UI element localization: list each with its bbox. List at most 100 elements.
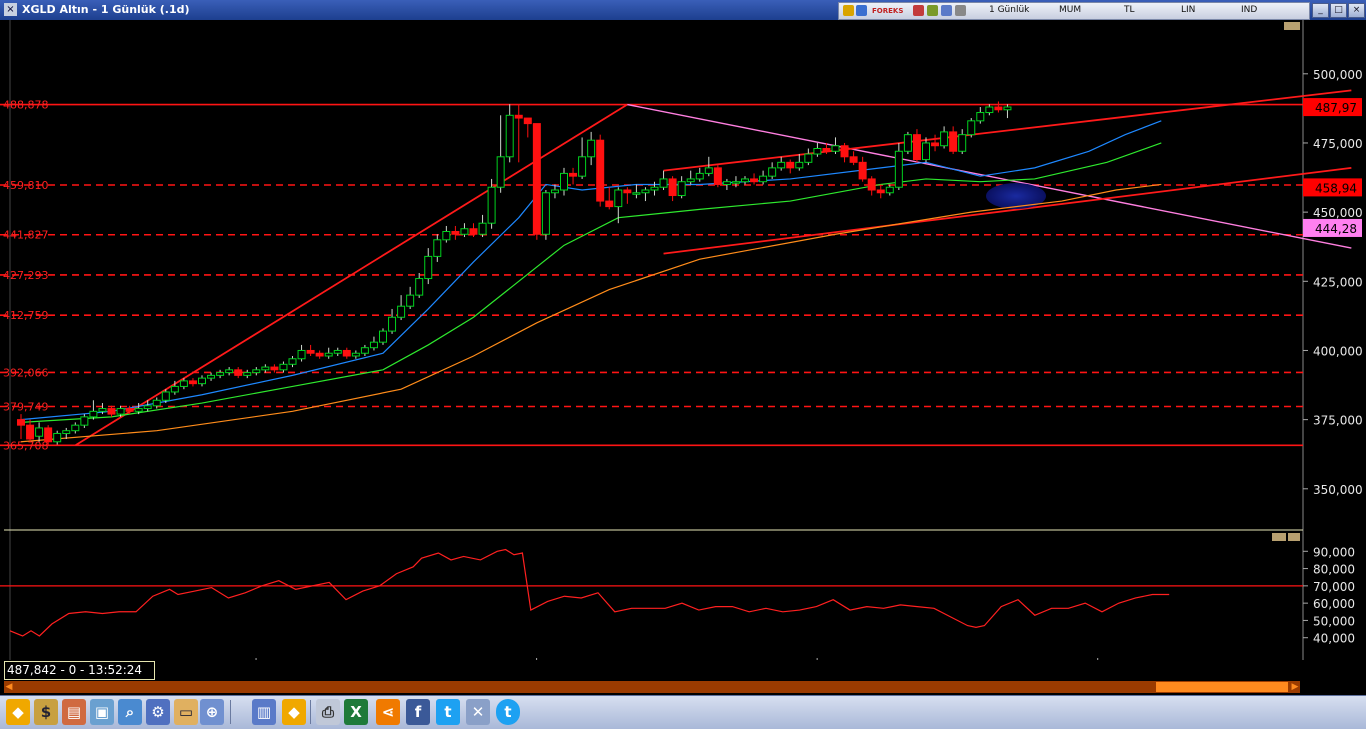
drawing-icon[interactable] [941, 5, 952, 16]
menu-scale[interactable]: LIN [1181, 5, 1195, 15]
candle-down [713, 167, 722, 185]
candle-up [424, 255, 433, 280]
candle-up [650, 186, 659, 191]
print-icon[interactable]: ⎙ [316, 699, 340, 725]
share-icon[interactable]: ⋖ [376, 699, 400, 725]
candle-down [840, 145, 849, 158]
candle-down [44, 427, 53, 443]
candle-down [451, 231, 460, 235]
zoom-icon[interactable]: ⊕ [200, 699, 224, 725]
symbol-icon[interactable] [856, 5, 867, 16]
menu-currency[interactable]: TL [1124, 5, 1135, 15]
tweet-icon[interactable]: t [496, 699, 520, 725]
minimize-button[interactable]: _ [1312, 3, 1329, 18]
y-tick-label: 350,000 [1313, 483, 1363, 497]
alert-icon[interactable]: ◆ [282, 699, 306, 725]
navigate-icon[interactable]: ◆ [6, 699, 30, 725]
candle-up [922, 142, 930, 161]
facebook-icon[interactable]: f [406, 699, 430, 725]
menu-indicator[interactable]: IND [1241, 5, 1257, 15]
candle-down [596, 139, 605, 202]
window-close-button[interactable]: × [1348, 3, 1365, 18]
candle-down [786, 161, 795, 169]
bottom-toolbar: ◆ $ ▤ ▣ ⌕ ⚙ ▭ ⊕ ▥ ◆ ⎙ X ⋖ f t ✕ t [0, 695, 1366, 729]
menu-period[interactable]: 1 Günlük [989, 5, 1029, 15]
candle-down [569, 172, 578, 177]
level-label: 379,749 [3, 400, 49, 413]
level-label: 427,293 [3, 269, 49, 282]
candle-up [985, 106, 994, 114]
scroll-right-icon[interactable]: ▶ [1290, 681, 1300, 693]
candle-up [80, 416, 89, 426]
price-tag-label: 487,97 [1315, 101, 1357, 115]
candle-up [958, 134, 967, 152]
price-chart[interactable]: 488,878 459,810 441,827 427,293 412,759 392,0… [0, 20, 1366, 660]
candle-down [17, 419, 25, 426]
database-icon[interactable]: ▥ [252, 699, 276, 725]
osc-resize-handle[interactable] [1272, 533, 1286, 541]
candle-up [804, 153, 813, 163]
candle-down [306, 349, 315, 354]
candle-up [741, 178, 749, 183]
candle-down [605, 200, 614, 208]
excel-icon[interactable]: X [344, 699, 368, 725]
level-label: 412,759 [3, 309, 49, 322]
y-tick-label: 500,000 [1313, 68, 1363, 82]
horizontal-scrollbar[interactable]: ◀ ▶ [4, 681, 1300, 693]
folder-icon[interactable]: ▭ [174, 699, 198, 725]
period-icon[interactable] [843, 5, 854, 16]
panel-resize-handle[interactable] [1284, 22, 1300, 30]
menu-candle[interactable]: MUM [1059, 5, 1081, 15]
candle-up [53, 432, 62, 443]
portfolio-icon[interactable]: ▤ [62, 699, 86, 725]
candle-up [71, 424, 80, 432]
price-tag-label: 444,28 [1315, 222, 1357, 236]
candle-down [234, 369, 243, 376]
candle-up [885, 186, 894, 194]
candle-down [949, 131, 958, 152]
symbols-icon[interactable]: $ [34, 699, 58, 725]
osc-y-tick-label: 80,000 [1313, 563, 1355, 577]
candle-down [523, 117, 532, 125]
close-icon[interactable]: × [4, 3, 17, 16]
candle-up [641, 189, 650, 194]
candle-up [252, 369, 261, 374]
news-icon[interactable]: ▣ [90, 699, 114, 725]
candle-up [894, 150, 903, 188]
twitter-icon[interactable]: t [436, 699, 460, 725]
osc-close-icon[interactable] [1288, 533, 1300, 541]
osc-y-tick-label: 70,000 [1313, 580, 1355, 594]
candle-down [668, 178, 677, 197]
candle-up [813, 148, 822, 155]
candle-down [623, 189, 632, 194]
level-label: 459,810 [3, 179, 49, 192]
candle-up [324, 352, 333, 357]
search-icon[interactable]: ⌕ [118, 699, 142, 725]
maximize-button[interactable]: □ [1330, 3, 1347, 18]
candle-down [876, 189, 885, 194]
candle-up [442, 231, 451, 241]
candle-up [243, 372, 252, 376]
candle-up [225, 369, 234, 374]
tools-icon[interactable]: ✕ [466, 699, 490, 725]
candle-up [406, 294, 415, 307]
settings-icon[interactable]: ⚙ [146, 699, 170, 725]
candle-up [288, 358, 297, 365]
scroll-thumb[interactable] [1156, 682, 1288, 692]
candle-up [478, 222, 487, 235]
forex-label[interactable]: FOREKS [872, 7, 903, 15]
scroll-left-icon[interactable]: ◀ [4, 681, 14, 693]
candle-up [614, 189, 623, 208]
y-tick-label: 375,000 [1313, 414, 1363, 428]
pencil-icon[interactable] [927, 5, 938, 16]
candle-up [297, 349, 306, 360]
indicator-icon[interactable] [955, 5, 966, 16]
chart-options-bar: FOREKS 1 Günlük MUM TL LIN IND [838, 2, 1310, 20]
candle-up [496, 156, 505, 188]
chart-type-icon[interactable] [913, 5, 924, 16]
y-tick-label: 425,000 [1313, 275, 1363, 289]
candle-up [677, 181, 686, 197]
candle-down [532, 123, 541, 235]
candle-up [379, 330, 387, 343]
candle-down [750, 178, 759, 183]
